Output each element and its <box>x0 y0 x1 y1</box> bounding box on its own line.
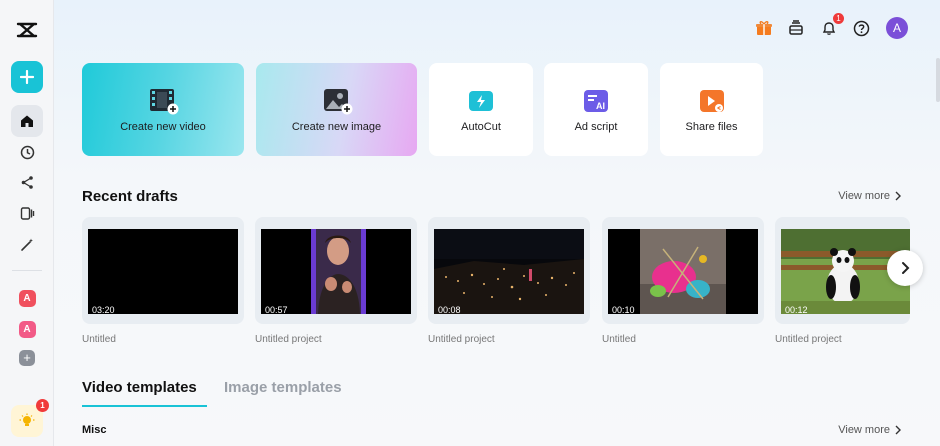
create-new-image-button[interactable]: Create new image <box>256 63 417 156</box>
chevron-right-icon <box>895 425 901 435</box>
workspace-a-button-2[interactable]: A <box>11 313 43 345</box>
image-plus-icon <box>323 87 352 115</box>
draft-card[interactable]: 00:57 <box>255 217 417 324</box>
draft-card[interactable]: 03:20 <box>82 217 244 324</box>
bell-icon[interactable]: 1 <box>818 13 844 39</box>
draft-name: Untitled project <box>255 334 322 345</box>
share-icon[interactable] <box>11 166 43 198</box>
misc-section-title: Misc <box>82 424 107 436</box>
share-files-icon <box>698 87 726 115</box>
tips-button[interactable]: 1 <box>11 399 49 437</box>
draft-thumbnail <box>434 229 584 314</box>
qa-label-ad: Ad script <box>574 120 618 133</box>
help-icon[interactable] <box>850 17 872 39</box>
qa-label-image: Create new image <box>291 120 382 133</box>
ad-script-button[interactable]: AI Ad script <box>544 63 648 156</box>
autocut-icon <box>467 87 495 115</box>
home-icon[interactable] <box>11 105 43 137</box>
qa-label-autocut: AutoCut <box>461 120 501 133</box>
workspace-letter: A <box>18 289 36 307</box>
draft-duration: 00:10 <box>612 305 635 315</box>
view-more-label: View more <box>838 424 890 436</box>
film-plus-icon <box>149 87 179 115</box>
view-more-label: View more <box>838 190 890 202</box>
capcut-logo-icon[interactable] <box>11 14 43 46</box>
add-workspace-button[interactable]: + <box>11 342 43 374</box>
sidebar-divider <box>12 270 42 271</box>
draft-name: Untitled project <box>428 334 495 345</box>
gift-icon[interactable] <box>753 17 775 39</box>
clock-icon[interactable] <box>11 136 43 168</box>
draft-card[interactable]: 00:10 <box>602 217 764 324</box>
lightbulb-icon <box>19 413 35 426</box>
qa-label-share: Share files <box>685 120 738 133</box>
scrollbar[interactable] <box>936 58 940 102</box>
qa-label-video: Create new video <box>120 120 206 133</box>
tab-image-templates[interactable]: Image templates <box>224 379 342 396</box>
autocut-button[interactable]: AutoCut <box>429 63 533 156</box>
active-tab-underline <box>82 405 207 407</box>
user-avatar[interactable]: A <box>886 17 908 39</box>
workspace-a-button[interactable]: A <box>11 282 43 314</box>
draft-duration: 00:08 <box>438 305 461 315</box>
draft-duration: 00:57 <box>265 305 288 315</box>
ai-script-icon: AI <box>582 87 610 115</box>
media-icon[interactable] <box>11 197 43 229</box>
draft-name: Untitled <box>82 334 116 345</box>
main-content: 1 A Create new video Create new image Au… <box>54 0 940 446</box>
tab-video-templates[interactable]: Video templates <box>82 379 197 396</box>
add-workspace-icon: + <box>19 350 35 366</box>
tray-icon[interactable] <box>785 17 807 39</box>
tips-count-badge: 1 <box>36 399 49 412</box>
draft-name: Untitled <box>602 334 636 345</box>
templates-view-more-link[interactable]: View more <box>838 424 902 436</box>
draft-thumbnail <box>88 229 238 314</box>
recent-view-more-link[interactable]: View more <box>838 190 902 202</box>
recent-drafts-title: Recent drafts <box>82 188 178 205</box>
draft-card[interactable]: 00:08 <box>428 217 590 324</box>
draft-thumbnail <box>608 229 758 314</box>
notification-badge: 1 <box>833 13 844 24</box>
chevron-right-icon <box>902 262 910 274</box>
sidebar: A A + 1 <box>0 0 54 446</box>
svg-text:AI: AI <box>596 101 605 111</box>
share-files-button[interactable]: Share files <box>660 63 763 156</box>
create-button[interactable] <box>11 61 43 93</box>
draft-duration: 00:12 <box>785 305 808 315</box>
magic-wand-icon[interactable] <box>11 228 43 260</box>
draft-name: Untitled project <box>775 334 842 345</box>
workspace-letter-2: A <box>18 320 36 338</box>
draft-duration: 03:20 <box>92 305 115 315</box>
draft-thumbnail <box>261 229 411 314</box>
create-new-video-button[interactable]: Create new video <box>82 63 244 156</box>
scroll-right-button[interactable] <box>887 250 923 286</box>
chevron-right-icon <box>895 191 901 201</box>
